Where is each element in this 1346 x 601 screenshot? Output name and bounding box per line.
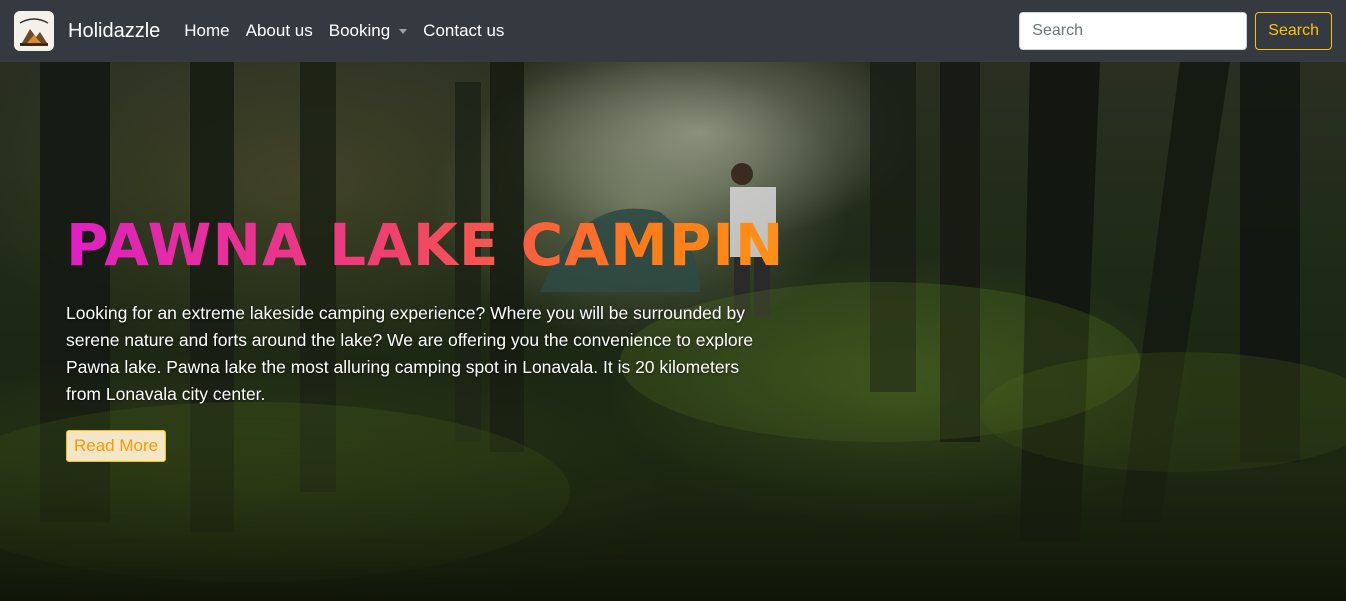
search-input[interactable] [1019,12,1248,50]
search-button[interactable]: Search [1255,12,1332,50]
read-more-button[interactable]: Read More [66,429,167,462]
top-navbar: Holidazzle Home About us Booking Contact… [0,0,1346,62]
nav-link-about-us[interactable]: About us [246,21,313,41]
hero-content: PAWNA LAKE CAMPING Looking for an extrem… [66,211,834,462]
nav-dropdown-booking-label: Booking [328,21,391,40]
brand-logo-icon[interactable] [14,11,54,51]
nav-link-home[interactable]: Home [184,21,229,41]
search-form: Search [1019,12,1332,50]
hero-banner: PAWNA LAKE CAMPING Looking for an extrem… [0,62,1346,601]
nav-dropdown-booking[interactable]: Booking [328,21,408,41]
brand-name[interactable]: Holidazzle [68,20,160,43]
caret-down-icon [399,28,408,34]
nav-link-contact-us[interactable]: Contact us [423,21,504,41]
hero-description: Looking for an extreme lakeside camping … [66,302,754,404]
hero-title: PAWNA LAKE CAMPING [66,211,834,279]
main-nav: Home About us Booking Contact us [184,21,504,41]
